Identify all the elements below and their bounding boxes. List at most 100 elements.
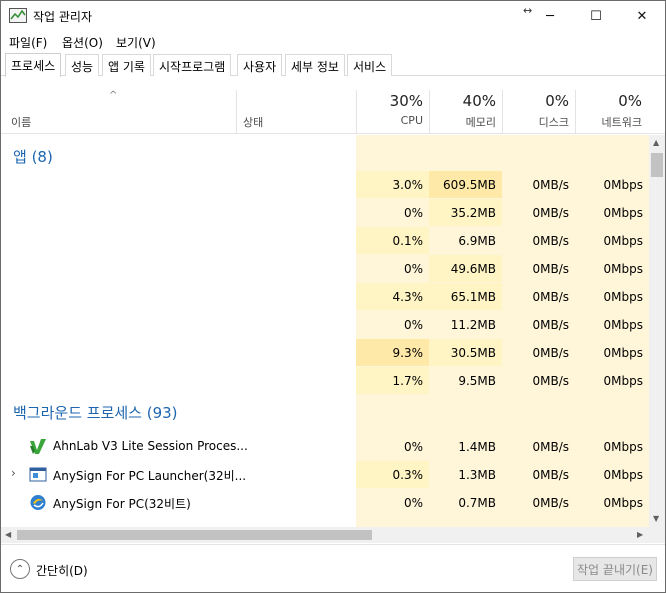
column-cpu[interactable]: CPU — [357, 114, 423, 127]
task-manager-app-icon — [9, 8, 27, 23]
disk-percent[interactable]: 0% — [503, 92, 569, 110]
disk-cell: 0MB/s — [532, 317, 569, 332]
disk-cell: 0MB/s — [532, 205, 569, 220]
process-row[interactable]: 0% 49.6MB 0MB/s 0Mbps — [1, 255, 649, 283]
group-header-background[interactable]: 백그라운드 프로세스 (93) — [1, 399, 649, 427]
tab-startup[interactable]: 시작프로그램 — [153, 54, 232, 76]
network-cell: 0Mbps — [603, 177, 643, 192]
cpu-cell: 4.3% — [356, 283, 429, 310]
cpu-cell: 0.3% — [356, 461, 429, 488]
network-cell: 0Mbps — [603, 261, 643, 276]
scroll-left-icon[interactable]: ◀ — [5, 530, 11, 539]
process-row[interactable]: 4.3% 65.1MB 0MB/s 0Mbps — [1, 283, 649, 311]
cpu-cell: 0% — [403, 261, 423, 276]
cpu-cell: 0% — [403, 317, 423, 332]
memory-cell: 11.2MB — [450, 317, 496, 332]
tab-details[interactable]: 세부 정보 — [285, 54, 345, 76]
network-cell: 0Mbps — [603, 467, 643, 482]
vertical-scrollbar[interactable]: ▲ ▼ — [649, 135, 665, 527]
fewer-details-link[interactable]: 간단히(D) — [36, 562, 88, 579]
group-label-apps: 앱 (8) — [13, 148, 53, 166]
menu-file[interactable]: 파일(F) — [9, 34, 47, 51]
scroll-right-icon[interactable]: ▶ — [637, 530, 643, 539]
memory-cell: 609.5MB — [429, 171, 502, 198]
process-row[interactable]: 1.7% 9.5MB 0MB/s 0Mbps — [1, 367, 649, 395]
network-cell: 0Mbps — [603, 233, 643, 248]
column-network[interactable]: 네트워크 — [576, 114, 642, 130]
tab-services[interactable]: 서비스 — [347, 54, 393, 76]
column-separator[interactable] — [236, 90, 237, 134]
sort-caret-icon[interactable]: ^ — [109, 90, 117, 101]
process-name: AnySign For PC Launcher(32비... — [53, 469, 247, 483]
memory-percent[interactable]: 40% — [430, 92, 496, 110]
tab-performance[interactable]: 성능 — [65, 54, 100, 76]
process-row[interactable]: 0% 11.2MB 0MB/s 0Mbps — [1, 311, 649, 339]
disk-cell: 0MB/s — [532, 233, 569, 248]
column-status[interactable]: 상태 — [243, 114, 263, 130]
fewer-details-icon[interactable]: ⌃ — [10, 559, 30, 579]
window-title: 작업 관리자 — [33, 10, 93, 24]
horizontal-scrollbar[interactable]: ◀ ▶ — [1, 527, 649, 543]
process-row[interactable]: 0.1% 6.9MB 0MB/s 0Mbps — [1, 227, 649, 255]
network-cell: 0Mbps — [603, 495, 643, 510]
memory-cell: 49.6MB — [429, 255, 502, 282]
memory-cell: 1.4MB — [458, 439, 496, 454]
column-disk[interactable]: 디스크 — [503, 114, 569, 130]
minimize-button[interactable]: ─ — [527, 1, 573, 31]
column-header-row: ^ 이름 상태 30% CPU 40% 메모리 0% 디스크 0% 네트워크 — [1, 90, 665, 134]
memory-cell: 6.9MB — [458, 233, 496, 248]
cpu-cell: 1.7% — [356, 367, 429, 394]
network-cell: 0Mbps — [603, 373, 643, 388]
process-row[interactable]: 0% 35.2MB 0MB/s 0Mbps — [1, 199, 649, 227]
memory-cell: 35.2MB — [429, 199, 502, 226]
scroll-up-icon[interactable]: ▲ — [653, 138, 659, 147]
network-cell: 0Mbps — [603, 439, 643, 454]
memory-cell: 30.5MB — [429, 339, 502, 366]
disk-cell: 0MB/s — [532, 261, 569, 276]
expand-chevron-icon[interactable]: › — [11, 466, 16, 480]
cpu-cell: 0% — [403, 205, 423, 220]
process-row[interactable]: 9.3% 30.5MB 0MB/s 0Mbps — [1, 339, 649, 367]
tab-processes[interactable]: 프로세스 — [5, 53, 62, 77]
horizontal-scroll-thumb[interactable] — [17, 530, 372, 540]
maximize-button[interactable]: ☐ — [573, 1, 619, 31]
tab-app-history[interactable]: 앱 기록 — [102, 54, 151, 76]
scrollbar-corner — [649, 527, 665, 543]
close-button[interactable]: ✕ — [619, 1, 665, 31]
disk-cell: 0MB/s — [532, 373, 569, 388]
network-cell: 0Mbps — [603, 317, 643, 332]
memory-cell: 65.1MB — [429, 283, 502, 310]
vertical-scroll-thumb[interactable] — [651, 153, 663, 177]
menu-view[interactable]: 보기(V) — [116, 34, 156, 51]
scroll-down-icon[interactable]: ▼ — [653, 514, 659, 523]
column-memory[interactable]: 메모리 — [430, 114, 496, 130]
cpu-cell: 9.3% — [356, 339, 429, 366]
title-bar[interactable]: 작업 관리자 ↔ ─ ☐ ✕ — [1, 1, 665, 31]
menu-options[interactable]: 옵션(O) — [62, 34, 103, 51]
end-task-button[interactable]: 작업 끝내기(E) — [573, 557, 657, 581]
process-row[interactable]: AnySign For PC(32비트) 0% 0.7MB 0MB/s 0Mbps — [1, 489, 649, 517]
cpu-cell: 3.0% — [356, 171, 429, 198]
network-cell: 0Mbps — [603, 345, 643, 360]
network-cell: 0Mbps — [603, 205, 643, 220]
process-row[interactable]: › AnySign For PC Launcher(32비... 0.3% 1.3MB… — [1, 461, 649, 489]
process-row[interactable]: AhnLab V3 Lite Session Proces... 0% 1.4MB 0… — [1, 433, 649, 461]
column-name[interactable]: 이름 — [11, 114, 31, 130]
memory-cell: 0.7MB — [458, 495, 496, 510]
group-header-apps[interactable]: 앱 (8) — [1, 143, 649, 171]
network-cell: 0Mbps — [603, 289, 643, 304]
disk-cell: 0MB/s — [532, 289, 569, 304]
process-row[interactable]: 3.0% 609.5MB 0MB/s 0Mbps — [1, 171, 649, 199]
tab-users[interactable]: 사용자 — [237, 54, 283, 76]
ahnlab-icon — [29, 438, 47, 455]
process-list: 앱 (8) 백그라운드 프로세스 (93) 3.0% 609.5MB 0MB/s 0M… — [1, 135, 649, 527]
task-manager-window: 작업 관리자 ↔ ─ ☐ ✕ 파일(F) 옵션(O) 보기(V) 프로세스 성능… — [0, 0, 666, 593]
memory-cell: 9.5MB — [458, 373, 496, 388]
menu-bar: 파일(F) 옵션(O) 보기(V) — [1, 32, 665, 52]
network-percent[interactable]: 0% — [576, 92, 642, 110]
anysign-icon — [29, 494, 47, 511]
anysign-launcher-icon — [29, 466, 47, 483]
cpu-percent[interactable]: 30% — [357, 92, 423, 110]
disk-cell: 0MB/s — [532, 345, 569, 360]
group-label-background: 백그라운드 프로세스 (93) — [13, 404, 178, 422]
